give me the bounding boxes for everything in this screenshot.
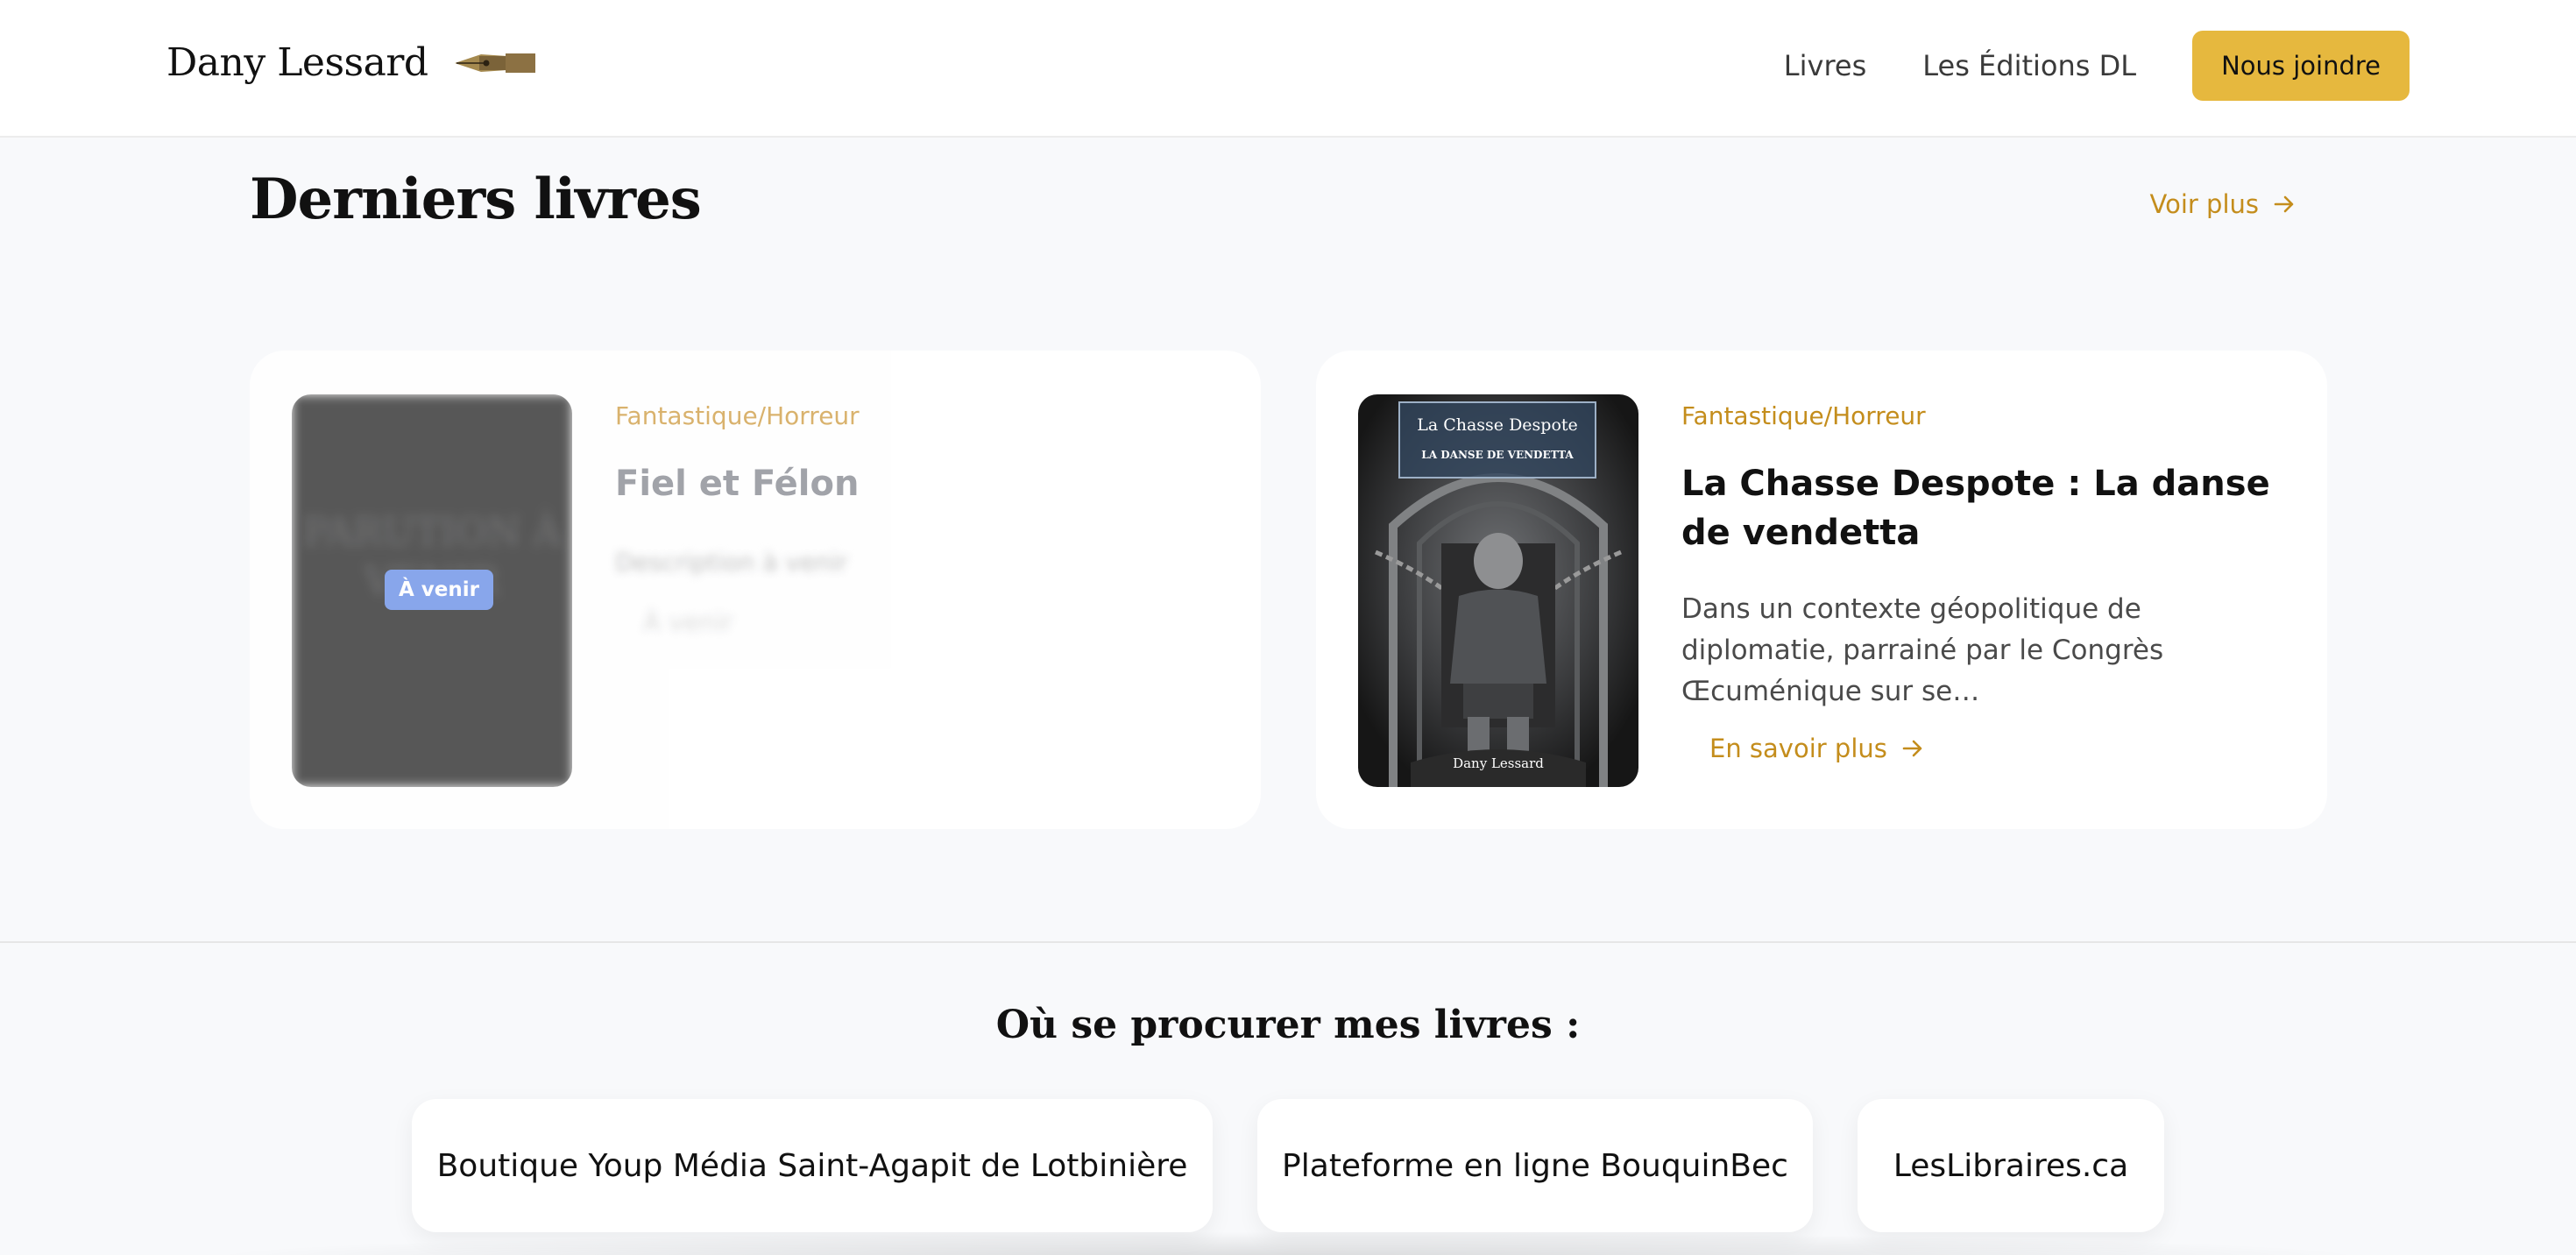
- book-cover[interactable]: La Chasse Despote LA DANSE DE VENDETTA D…: [1358, 394, 1638, 787]
- cover-series: La Chasse Despote: [1417, 415, 1578, 435]
- store-label: Plateforme en ligne BouquinBec: [1282, 1147, 1788, 1184]
- section-divider: [0, 941, 2576, 943]
- book-cover-placeholder: PARUTION À VENIR À venir: [292, 394, 572, 787]
- arrow-right-icon: [2274, 195, 2294, 213]
- book-card-upcoming[interactable]: PARUTION À VENIR À venir Fantastique/Hor…: [250, 351, 1261, 829]
- cover-subtitle: LA DANSE DE VENDETTA: [1421, 449, 1574, 461]
- main-nav: Livres Les Éditions DL Nous joindre: [1784, 31, 2410, 101]
- section-title: Derniers livres: [250, 167, 702, 232]
- contact-button[interactable]: Nous joindre: [2192, 31, 2410, 101]
- book-description: Description à venir: [615, 548, 848, 577]
- nav-livres[interactable]: Livres: [1784, 49, 1866, 82]
- learn-more-label: En savoir plus: [1709, 734, 1887, 763]
- book-card-la-chasse-despote[interactable]: La Chasse Despote LA DANSE DE VENDETTA D…: [1316, 351, 2327, 829]
- fountain-pen-icon: [454, 53, 535, 73]
- book-genre: Fantastique/Horreur: [1681, 401, 1926, 430]
- book-card-body: Fantastique/Horreur La Chasse Despote : …: [1681, 394, 2275, 763]
- see-more-link[interactable]: Voir plus: [2150, 189, 2296, 219]
- book-genre: Fantastique/Horreur: [615, 401, 860, 430]
- book-description: Dans un contexte géopolitique de diploma…: [1681, 593, 2164, 707]
- brand-name[interactable]: Dany Lessard: [166, 40, 428, 85]
- upcoming-action: À venir: [643, 607, 732, 637]
- book-card-body: Fantastique/Horreur Fiel et Félon Descri…: [615, 394, 1208, 637]
- stores-title: Où se procurer mes livres :: [995, 1003, 1581, 1047]
- nav-editions-dl[interactable]: Les Éditions DL: [1922, 49, 2136, 82]
- store-youp-media[interactable]: Boutique Youp Média Saint-Agapit de Lotb…: [412, 1099, 1213, 1232]
- site-header: Dany Lessard Livres Les Éditions DL Nous…: [0, 0, 2576, 138]
- cover-author: Dany Lessard: [1453, 755, 1544, 771]
- book-title: Fiel et Félon: [615, 464, 860, 504]
- see-more-label: Voir plus: [2149, 189, 2259, 219]
- arrow-right-icon: [1902, 740, 1922, 757]
- learn-more-link[interactable]: En savoir plus: [1709, 734, 1924, 763]
- store-leslibraires[interactable]: LesLibraires.ca: [1858, 1099, 2164, 1232]
- store-bouquinbec[interactable]: Plateforme en ligne BouquinBec: [1257, 1099, 1813, 1232]
- brand[interactable]: Dany Lessard: [166, 40, 535, 85]
- store-label: Boutique Youp Média Saint-Agapit de Lotb…: [436, 1147, 1188, 1184]
- store-label: LesLibraires.ca: [1893, 1147, 2129, 1184]
- book-title[interactable]: La Chasse Despote : La danse de vendetta: [1681, 459, 2275, 557]
- cover-title-box: La Chasse Despote LA DANSE DE VENDETTA: [1398, 401, 1596, 479]
- bottom-shadow: [193, 1231, 2383, 1255]
- coming-soon-badge: À venir: [385, 570, 493, 610]
- upcoming-action-label: À venir: [643, 607, 733, 637]
